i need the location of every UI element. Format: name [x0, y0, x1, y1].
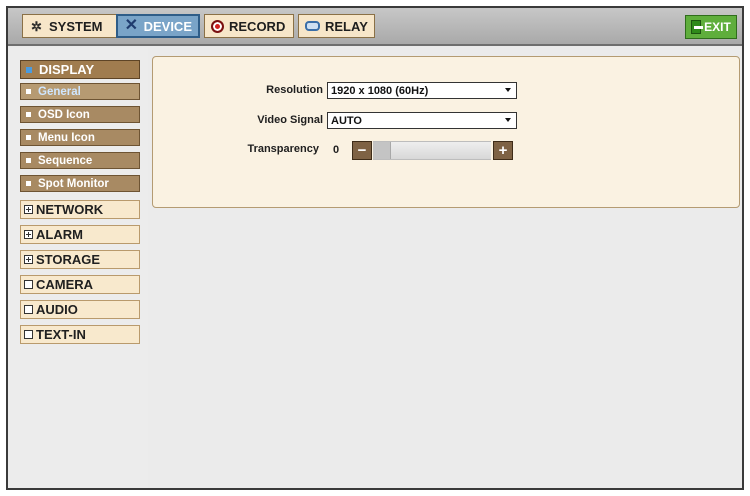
sidebar-item-alarm[interactable]: ALARM: [20, 225, 140, 244]
sidebar-item-osd-icon[interactable]: OSD Icon: [20, 106, 140, 123]
sidebar-item-label: CAMERA: [36, 277, 94, 292]
tab-system-label: SYSTEM: [49, 18, 103, 34]
resolution-label: Resolution: [266, 84, 323, 96]
tab-record-label: RECORD: [229, 18, 286, 34]
sidebar-item-sequence[interactable]: Sequence: [20, 152, 140, 169]
transparency-slider[interactable]: [373, 141, 491, 160]
record-icon: [211, 19, 224, 33]
sidebar-item-label: Sequence: [38, 154, 93, 167]
transparency-value: 0: [333, 144, 340, 156]
sidebar-item-label: AUDIO: [36, 302, 78, 317]
sidebar: DISPLAY General OSD Icon Menu Icon Seque…: [8, 48, 148, 488]
resolution-value: 1920 x 1080 (60Hz): [331, 84, 429, 97]
video-signal-value: AUTO: [331, 114, 362, 127]
sidebar-item-label: DISPLAY: [39, 62, 95, 77]
sidebar-item-label: Menu Icon: [38, 131, 95, 144]
sidebar-item-general[interactable]: General: [20, 83, 140, 100]
tab-relay-label: RELAY: [325, 18, 368, 34]
bullet-icon: [26, 158, 31, 163]
expand-icon: [24, 255, 33, 264]
top-menu-bar: ✲ SYSTEM ✕ DEVICE RECORD RELAY EXIT: [8, 8, 742, 46]
sidebar-item-audio[interactable]: AUDIO: [20, 300, 140, 319]
square-icon: [24, 305, 33, 314]
minus-icon: −: [357, 142, 367, 159]
sidebar-item-storage[interactable]: STORAGE: [20, 250, 140, 269]
transparency-decrease-button[interactable]: −: [352, 141, 372, 160]
exit-door-icon: [691, 20, 704, 34]
sidebar-item-label: NETWORK: [36, 202, 104, 217]
sidebar-item-label: STORAGE: [36, 252, 101, 267]
sidebar-item-label: General: [38, 85, 81, 98]
sidebar-item-spot-monitor[interactable]: Spot Monitor: [20, 175, 140, 192]
tab-system[interactable]: ✲ SYSTEM: [22, 14, 118, 38]
chevron-down-icon: [505, 118, 511, 122]
plus-icon: +: [498, 142, 508, 159]
tab-device[interactable]: ✕ DEVICE: [116, 14, 200, 38]
tab-device-label: DEVICE: [143, 18, 192, 34]
sidebar-item-text-in[interactable]: TEXT-IN: [20, 325, 140, 344]
tab-record[interactable]: RECORD: [204, 14, 294, 38]
sidebar-item-menu-icon[interactable]: Menu Icon: [20, 129, 140, 146]
bullet-icon: [26, 89, 31, 94]
sidebar-item-display[interactable]: DISPLAY: [20, 60, 140, 79]
sidebar-item-network[interactable]: NETWORK: [20, 200, 140, 219]
bullet-icon: [26, 181, 31, 186]
relay-icon: [305, 21, 320, 31]
chevron-down-icon: [505, 88, 511, 92]
tab-relay[interactable]: RELAY: [298, 14, 375, 38]
resolution-select[interactable]: 1920 x 1080 (60Hz): [327, 82, 517, 99]
slider-thumb[interactable]: [373, 142, 391, 159]
bullet-icon: [26, 112, 31, 117]
transparency-label: Transparency: [247, 143, 319, 155]
transparency-increase-button[interactable]: +: [493, 141, 513, 160]
sidebar-item-label: OSD Icon: [38, 108, 90, 121]
bullet-icon: [26, 66, 32, 73]
exit-button[interactable]: EXIT: [685, 15, 737, 39]
square-icon: [24, 330, 33, 339]
exit-label: EXIT: [704, 20, 731, 34]
tools-icon: ✕: [124, 17, 138, 34]
general-settings-panel: Resolution 1920 x 1080 (60Hz) Video Sign…: [152, 56, 740, 208]
sidebar-item-label: TEXT-IN: [36, 327, 86, 342]
expand-icon: [24, 230, 33, 239]
expand-icon: [24, 205, 33, 214]
sidebar-item-label: ALARM: [36, 227, 83, 242]
square-icon: [24, 280, 33, 289]
sidebar-item-camera[interactable]: CAMERA: [20, 275, 140, 294]
video-signal-select[interactable]: AUTO: [327, 112, 517, 129]
sidebar-item-label: Spot Monitor: [38, 177, 109, 190]
dvr-setup-window: ✲ SYSTEM ✕ DEVICE RECORD RELAY EXIT DISP…: [6, 6, 744, 490]
gear-icon: ✲: [31, 18, 42, 34]
video-signal-label: Video Signal: [257, 114, 323, 126]
bullet-icon: [26, 135, 31, 140]
